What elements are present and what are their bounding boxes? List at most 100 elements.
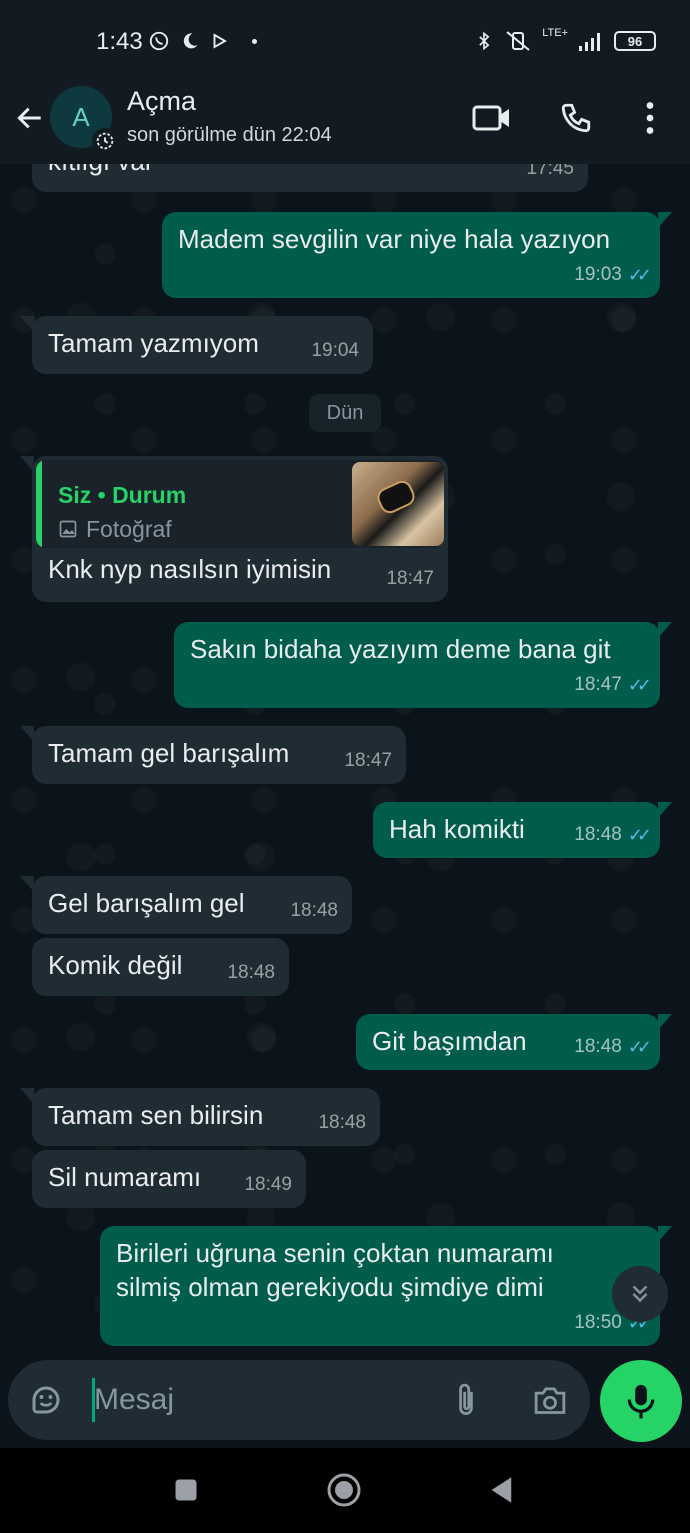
more-options-button[interactable] bbox=[630, 98, 670, 138]
chat-messages-area[interactable]: kıtlığı var 17:45 Madem sevgilin var niy… bbox=[0, 164, 690, 1360]
mic-icon bbox=[627, 1384, 655, 1419]
quote-title: Siz • Durum bbox=[58, 482, 187, 508]
message-time: 18:47 bbox=[386, 568, 434, 589]
read-ticks-icon: ✓✓ bbox=[627, 675, 652, 695]
home-button[interactable] bbox=[324, 1470, 364, 1510]
message-meta: 18:48 bbox=[227, 956, 275, 990]
message-text: Knk nyp nasılsın iyimisin bbox=[48, 554, 332, 584]
message-incoming[interactable]: Gel barışalım gel 18:48 bbox=[20, 876, 352, 934]
message-text: Hah komikti bbox=[389, 814, 525, 844]
message-incoming[interactable]: Komik değil 18:48 bbox=[32, 938, 289, 996]
contact-name[interactable]: Açma bbox=[127, 86, 196, 117]
video-call-button[interactable] bbox=[472, 98, 512, 138]
status-system-icons: LTE+ 96 bbox=[474, 27, 656, 54]
read-ticks-icon: ✓✓ bbox=[627, 1037, 652, 1057]
read-ticks-icon: ✓✓ bbox=[627, 265, 652, 285]
message-meta: 18:48 ✓✓ bbox=[574, 818, 652, 852]
message-outgoing[interactable]: Madem sevgilin var niye hala yazıyon 19:… bbox=[162, 212, 672, 298]
emoji-sticker-button[interactable] bbox=[26, 1380, 66, 1420]
message-meta: 18:48 bbox=[290, 894, 338, 928]
message-outgoing[interactable]: Birileri uğruna senin çoktan numaramı si… bbox=[100, 1226, 672, 1346]
message-incoming[interactable]: Sil numaramı 18:49 bbox=[32, 1150, 306, 1208]
voice-message-button[interactable] bbox=[600, 1360, 682, 1442]
sticker-icon bbox=[32, 1386, 60, 1414]
status-time: 1:43 bbox=[96, 28, 143, 55]
scroll-to-bottom-button[interactable] bbox=[612, 1266, 668, 1322]
message-meta: 18:47 bbox=[344, 744, 392, 778]
message-incoming[interactable]: Tamam yazmıyom 19:04 bbox=[20, 316, 373, 374]
recents-button[interactable] bbox=[166, 1470, 206, 1510]
message-text: Gel barışalım gel bbox=[48, 888, 245, 918]
system-navigation-bar bbox=[0, 1448, 690, 1533]
arrow-left-icon bbox=[17, 107, 41, 129]
camera-button[interactable] bbox=[530, 1380, 570, 1420]
read-ticks-icon: ✓✓ bbox=[627, 825, 652, 845]
message-meta: 18:47 bbox=[386, 562, 434, 596]
phone-icon bbox=[561, 103, 591, 133]
back-nav-button[interactable] bbox=[482, 1470, 522, 1510]
message-outgoing[interactable]: Git başımdan 18:48 ✓✓ bbox=[356, 1014, 672, 1070]
status-photo-thumbnail bbox=[352, 462, 444, 546]
message-text-line-1: Birileri uğruna senin çoktan numaramı bbox=[116, 1238, 554, 1268]
message-time: 18:48 bbox=[227, 962, 275, 983]
network-type-label: LTE+ bbox=[542, 27, 568, 39]
message-time: 18:48 bbox=[574, 1036, 622, 1057]
back-button[interactable] bbox=[10, 98, 50, 138]
more-vert-icon bbox=[646, 102, 654, 134]
message-incoming[interactable]: kıtlığı var 17:45 bbox=[32, 164, 588, 192]
message-time: 19:04 bbox=[311, 340, 359, 361]
message-text: Git başımdan bbox=[372, 1026, 527, 1056]
battery-indicator: 96 bbox=[614, 31, 656, 51]
video-call-icon bbox=[472, 105, 509, 131]
chat-header: A Açma son görülme dün 22:04 bbox=[0, 80, 690, 164]
message-text: Tamam gel barışalım bbox=[48, 738, 290, 768]
message-text: Komik değil bbox=[48, 950, 183, 980]
whatsapp-notification-icon bbox=[149, 31, 169, 51]
attach-button[interactable] bbox=[446, 1380, 486, 1420]
message-time: 19:03 bbox=[574, 264, 622, 285]
message-time: 18:47 bbox=[574, 674, 622, 695]
message-outgoing[interactable]: Sakın bidaha yazıyım deme bana git 18:47… bbox=[174, 622, 672, 708]
quoted-status-reply[interactable]: Siz • Durum Fotoğraf bbox=[36, 460, 444, 548]
thumbnail-car-key-image bbox=[374, 477, 418, 517]
message-text: kıtlığı var bbox=[48, 164, 153, 176]
voice-call-button[interactable] bbox=[556, 98, 596, 138]
square-recents-icon bbox=[175, 1479, 197, 1501]
message-meta: 18:47 ✓✓ bbox=[574, 668, 652, 702]
disappearing-timer-badge bbox=[92, 128, 118, 154]
camera-icon bbox=[534, 1387, 566, 1414]
photo-icon bbox=[59, 520, 77, 538]
quote-subtitle: Fotoğraf bbox=[58, 512, 172, 546]
quote-accent-bar bbox=[36, 460, 42, 548]
signal-icon bbox=[579, 33, 600, 51]
timer-icon bbox=[96, 132, 114, 150]
message-meta: 18:48 bbox=[318, 1106, 366, 1140]
message-text: Madem sevgilin var niye hala yazıyon bbox=[178, 224, 611, 254]
message-text-line-2: silmiş olman gerekiyodu şimdiye dimi bbox=[116, 1272, 544, 1302]
message-incoming[interactable]: Tamam sen bilirsin 18:48 bbox=[20, 1088, 380, 1146]
message-time: 17:45 bbox=[526, 164, 574, 179]
play-notification-icon bbox=[213, 33, 227, 49]
message-time: 18:50 bbox=[574, 1312, 622, 1333]
message-time: 18:49 bbox=[244, 1174, 292, 1195]
message-meta: 19:04 bbox=[311, 334, 359, 368]
message-meta: 18:49 bbox=[244, 1168, 292, 1202]
message-meta: 17:45 bbox=[526, 164, 574, 186]
message-incoming-reply[interactable]: Siz • Durum Fotoğraf Knk nyp nasılsın iy… bbox=[20, 456, 448, 602]
status-bar: 1:43 LTE+ 96 bbox=[0, 0, 690, 80]
message-time: 18:48 bbox=[318, 1112, 366, 1133]
message-incoming[interactable]: Tamam gel barışalım 18:47 bbox=[20, 726, 406, 784]
message-text: Sakın bidaha yazıyım deme bana git bbox=[190, 634, 611, 664]
message-text: Tamam sen bilirsin bbox=[48, 1100, 264, 1130]
quote-subtitle-text: Fotoğraf bbox=[86, 516, 172, 542]
more-notifications-dot-icon bbox=[252, 38, 257, 44]
double-chevron-down-icon bbox=[632, 1285, 648, 1303]
triangle-back-icon bbox=[491, 1477, 512, 1503]
message-meta: 18:48 ✓✓ bbox=[574, 1030, 652, 1064]
last-seen-status: son görülme dün 22:04 bbox=[127, 124, 332, 146]
message-input[interactable] bbox=[94, 1376, 414, 1424]
message-time: 18:48 bbox=[574, 824, 622, 845]
message-outgoing[interactable]: Hah komikti 18:48 ✓✓ bbox=[373, 802, 672, 858]
circle-home-icon bbox=[327, 1473, 361, 1507]
message-time: 18:47 bbox=[344, 750, 392, 771]
